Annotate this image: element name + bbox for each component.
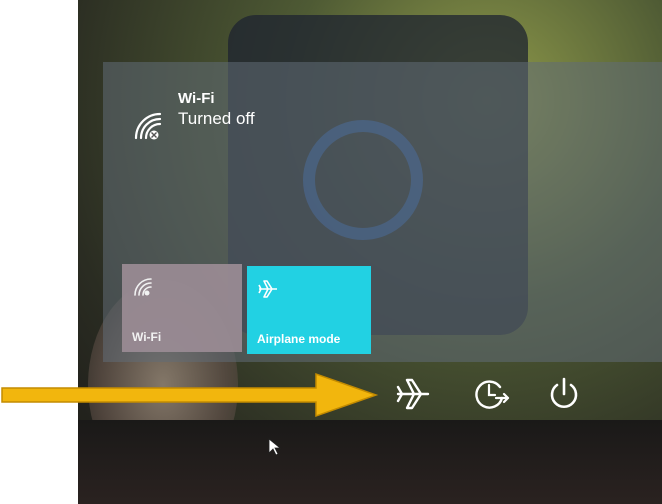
wifi-status[interactable]: Wi-Fi Turned off	[130, 90, 255, 144]
wifi-icon	[134, 278, 152, 296]
airplane-mode-tile[interactable]: Airplane mode	[247, 266, 371, 354]
power-icon[interactable]	[544, 374, 584, 414]
yellow-arrow-annotation	[1, 372, 379, 418]
wifi-tile-label: Wi-Fi	[132, 330, 162, 344]
clock-arrow-icon[interactable]	[470, 374, 510, 414]
wifi-tile[interactable]: Wi-Fi	[122, 264, 242, 352]
wifi-off-icon	[134, 112, 162, 140]
wifi-status-subtitle: Turned off	[178, 109, 255, 128]
airplane-icon	[258, 280, 277, 298]
airplane-icon[interactable]	[394, 374, 434, 414]
airplane-mode-tile-label: Airplane mode	[257, 332, 341, 346]
wifi-status-title: Wi-Fi	[178, 90, 215, 107]
mouse-cursor-icon	[268, 438, 282, 456]
blurred-bottom	[78, 420, 662, 504]
